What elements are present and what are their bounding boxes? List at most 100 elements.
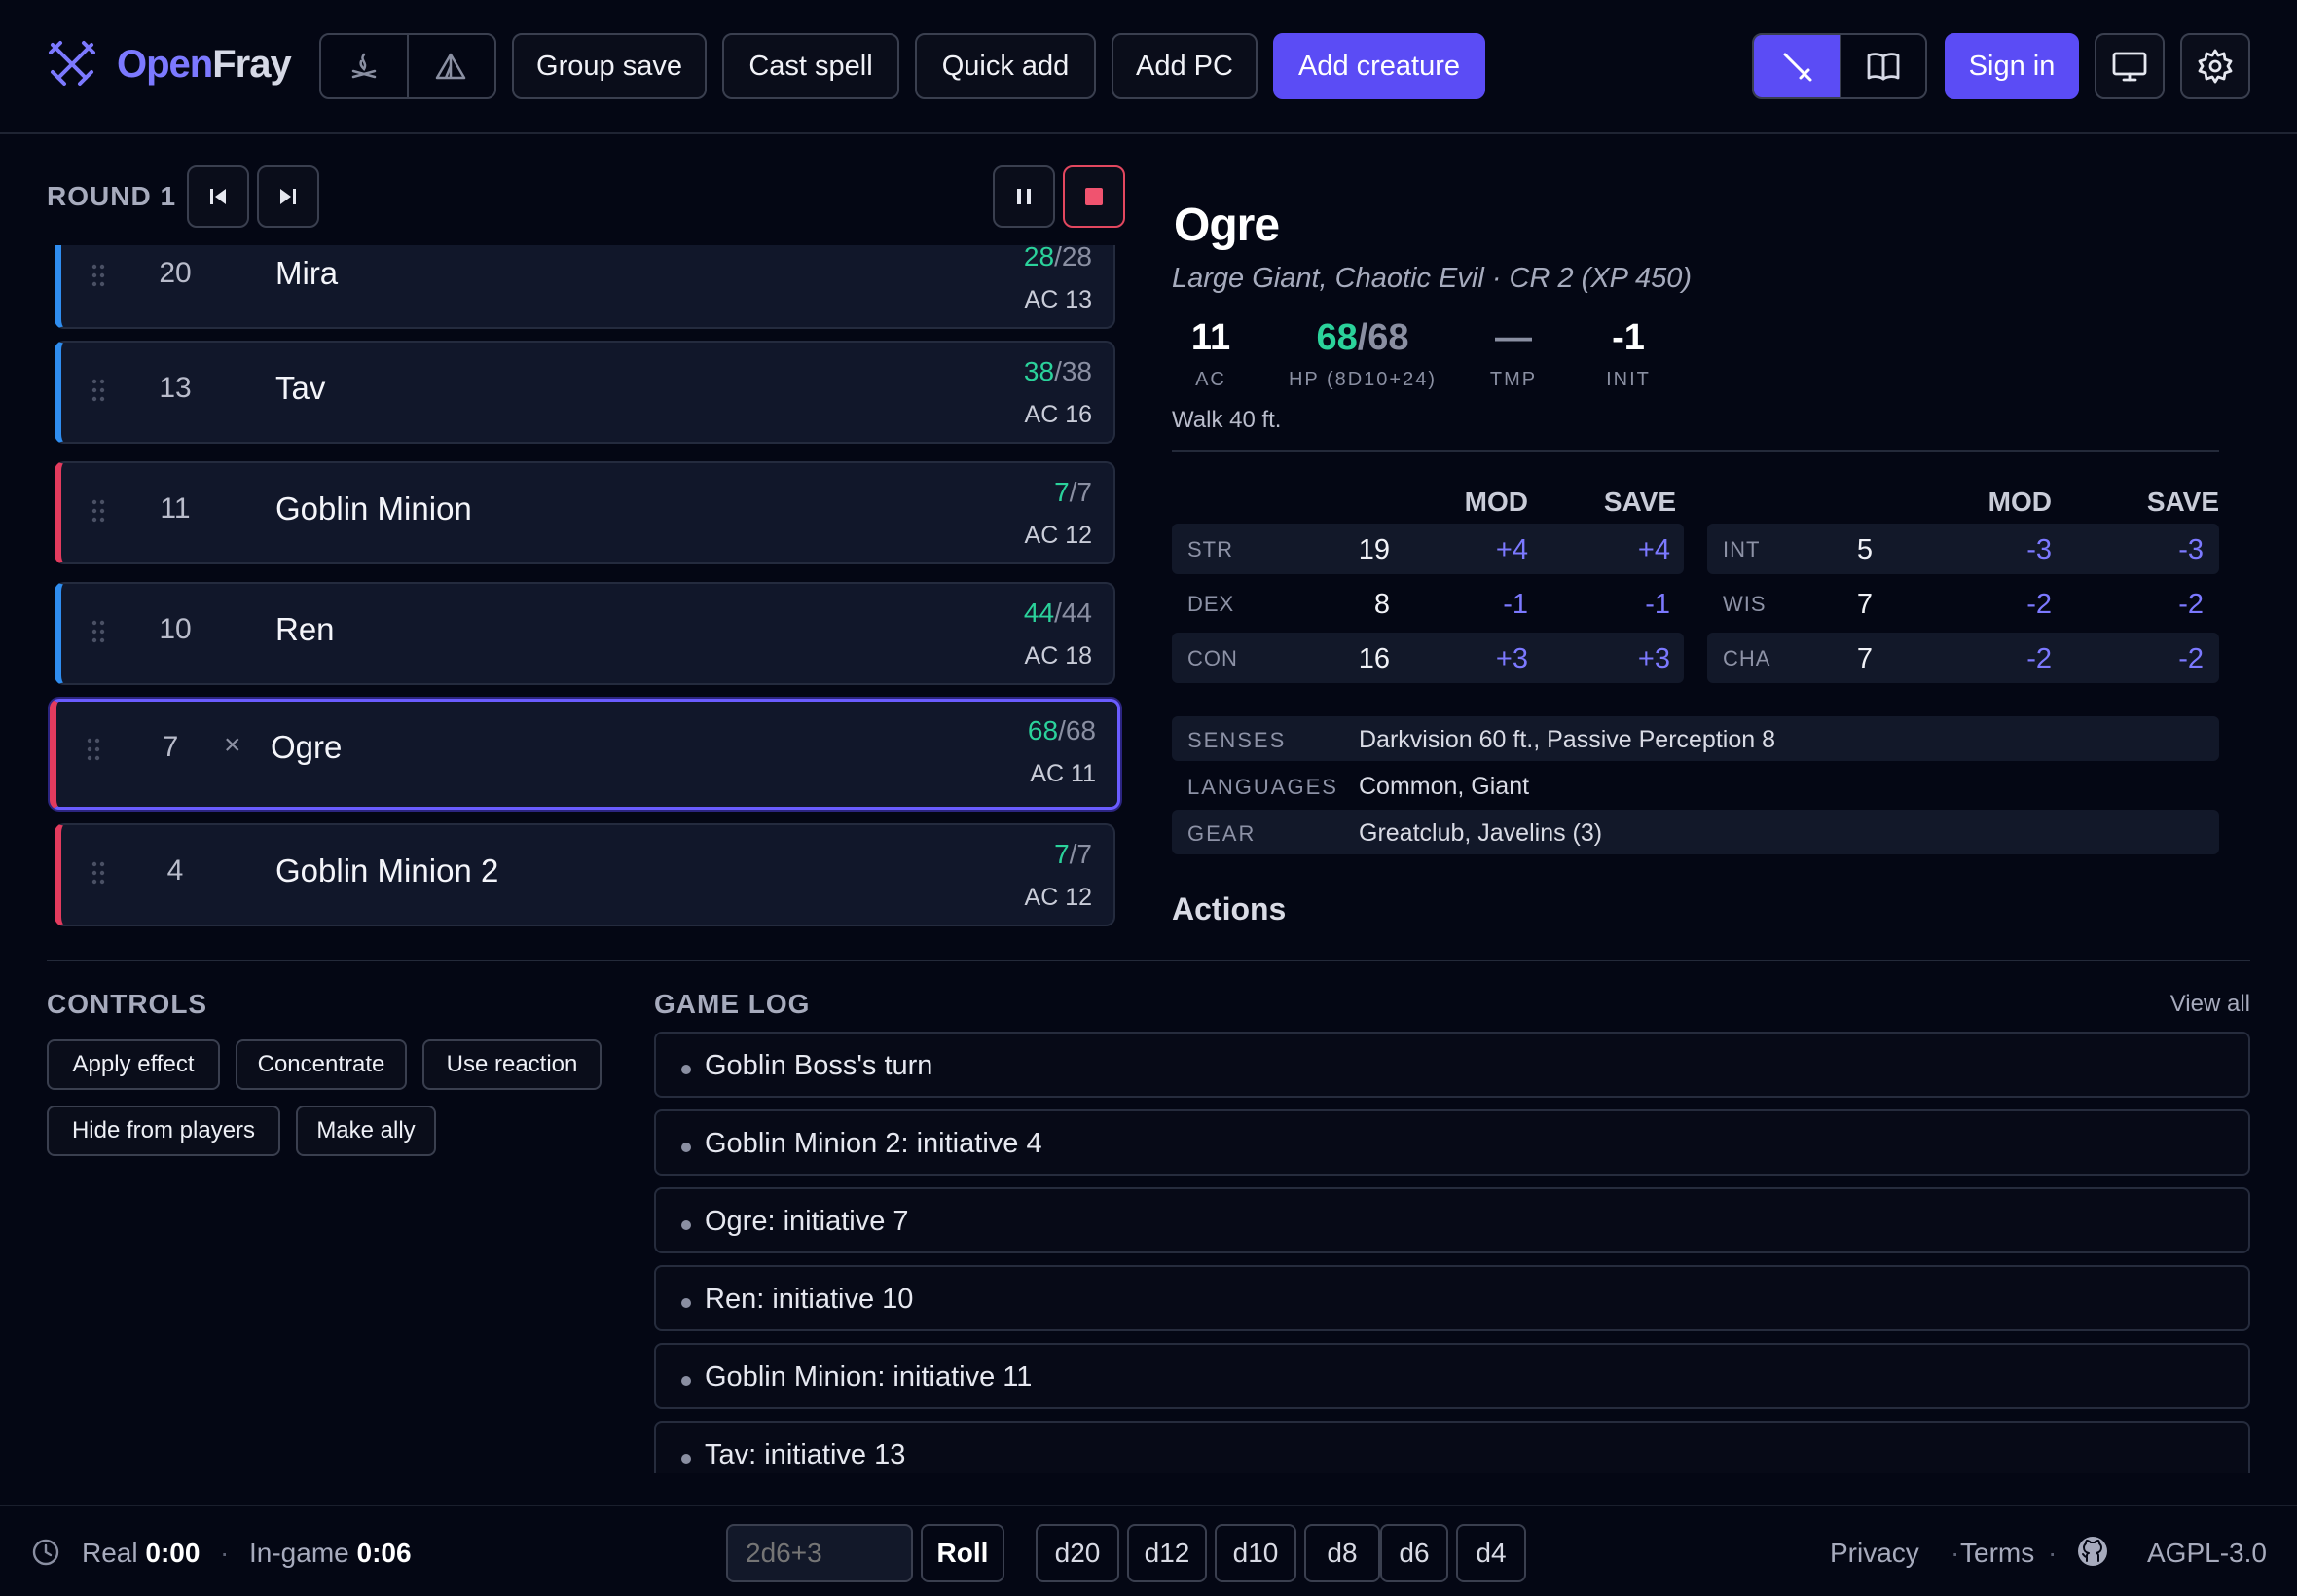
speed-text: Walk 40 ft. <box>1172 407 1282 433</box>
drag-handle-icon[interactable] <box>91 378 106 403</box>
reference-mode-button[interactable] <box>1840 35 1925 97</box>
mod-header: MOD <box>1464 487 1528 517</box>
drag-handle-icon[interactable] <box>91 619 106 644</box>
log-entry: Goblin Minion 2: initiative 4 <box>654 1109 2250 1176</box>
app-name: OpenFray <box>117 42 292 86</box>
ability-row-str[interactable]: STR 19 +4 +4 <box>1172 524 1684 574</box>
d10-button[interactable]: d10 <box>1215 1524 1296 1582</box>
license-link[interactable]: AGPL-3.0 <box>2147 1538 2267 1569</box>
divider <box>1172 450 2219 452</box>
roll-button[interactable]: Roll <box>921 1524 1004 1582</box>
add-pc-button[interactable]: Add PC <box>1112 33 1258 99</box>
next-turn-button[interactable] <box>257 165 319 228</box>
initiative-value[interactable]: 11 <box>131 492 219 526</box>
hp-display[interactable]: 7/7 <box>1054 477 1092 508</box>
crossed-swords-logo-icon <box>47 39 97 90</box>
pause-icon <box>1012 185 1036 208</box>
stop-combat-button[interactable] <box>1063 165 1125 228</box>
ability-row-con[interactable]: CON 16 +3 +3 <box>1172 633 1684 683</box>
initiative-value[interactable]: 4 <box>131 854 219 888</box>
drag-handle-icon[interactable] <box>86 737 101 762</box>
sign-in-button[interactable]: Sign in <box>1945 33 2079 99</box>
d8-button[interactable]: d8 <box>1304 1524 1380 1582</box>
combatant-row[interactable]: 4 Goblin Minion 2 7/7 AC 12 <box>55 823 1115 926</box>
apply-effect-button[interactable]: Apply effect <box>47 1039 220 1090</box>
player-view-button[interactable] <box>2095 33 2165 99</box>
game-log-title: GAME LOG <box>654 989 811 1019</box>
log-entry: Goblin Minion: initiative 11 <box>654 1343 2250 1409</box>
use-reaction-button[interactable]: Use reaction <box>422 1039 602 1090</box>
hp-display[interactable]: 44/44 <box>1024 598 1092 629</box>
ac-display: AC 11 <box>1030 760 1096 787</box>
combatant-row[interactable]: 10 Ren 44/44 AC 18 <box>55 582 1115 685</box>
section-divider <box>47 960 2250 961</box>
combatant-row[interactable]: 20 Mira 28/28 AC 13 <box>55 245 1115 329</box>
view-all-link[interactable]: View all <box>2170 991 2250 1018</box>
drag-handle-icon[interactable] <box>91 498 106 524</box>
game-log-list: Goblin Boss's turn Goblin Minion 2: init… <box>654 1030 2250 1473</box>
cast-spell-button[interactable]: Cast spell <box>722 33 899 99</box>
ability-row-wis[interactable]: WIS 7 -2 -2 <box>1707 578 2219 629</box>
quick-add-button[interactable]: Quick add <box>915 33 1096 99</box>
add-creature-button[interactable]: Add creature <box>1273 33 1485 99</box>
temp-hp-stat[interactable]: — TMP <box>1470 317 1557 391</box>
combatant-row[interactable]: 11 Goblin Minion 7/7 AC 12 <box>55 461 1115 564</box>
initiative-value[interactable]: 13 <box>131 372 219 405</box>
combatant-name: Ogre <box>271 729 343 765</box>
real-time: Real 0:00 <box>82 1538 201 1568</box>
initiative-value[interactable]: 10 <box>131 613 219 646</box>
campfire-button[interactable] <box>321 35 407 97</box>
separator: · <box>220 1538 230 1568</box>
dice-expression-input[interactable] <box>726 1524 913 1582</box>
initiative-list: 20 Mira 28/28 AC 13 13 Tav 38/38 AC 16 1… <box>47 245 1129 936</box>
ac-display: AC 13 <box>1024 286 1092 313</box>
mod-header: MOD <box>1987 487 2052 517</box>
drag-handle-icon[interactable] <box>91 263 106 288</box>
environment-toggle <box>319 33 496 99</box>
pause-button[interactable] <box>993 165 1055 228</box>
d4-button[interactable]: d4 <box>1456 1524 1526 1582</box>
ac-display: AC 16 <box>1024 401 1092 428</box>
privacy-link[interactable]: Privacy <box>1830 1538 1919 1569</box>
initiative-value[interactable]: 7 <box>127 731 214 764</box>
hp-display[interactable]: 7/7 <box>1054 839 1092 870</box>
hide-from-players-button[interactable]: Hide from players <box>47 1106 280 1156</box>
combatant-name: Tav <box>275 370 326 406</box>
combat-mode-button[interactable] <box>1754 35 1840 97</box>
settings-button[interactable] <box>2180 33 2250 99</box>
combatant-row[interactable]: 13 Tav 38/38 AC 16 <box>55 341 1115 444</box>
d12-button[interactable]: d12 <box>1127 1524 1207 1582</box>
initiative-stat: -1 INIT <box>1606 317 1651 390</box>
ac-display: AC 18 <box>1024 642 1092 670</box>
clock-icon <box>31 1538 60 1567</box>
terms-link[interactable]: Terms <box>1960 1538 2034 1569</box>
hp-display[interactable]: 68/68 <box>1028 715 1096 746</box>
app-logo[interactable]: OpenFray <box>47 39 292 90</box>
group-save-button[interactable]: Group save <box>512 33 707 99</box>
d6-button[interactable]: d6 <box>1380 1524 1448 1582</box>
monitor-icon <box>2111 49 2148 84</box>
make-ally-button[interactable]: Make ally <box>296 1106 436 1156</box>
remove-combatant-icon[interactable]: × <box>224 729 241 762</box>
ability-row-int[interactable]: INT 5 -3 -3 <box>1707 524 2219 574</box>
concentrate-button[interactable]: Concentrate <box>236 1039 407 1090</box>
languages-row: LANGUAGES Common, Giant <box>1187 773 1530 800</box>
ability-row-cha[interactable]: CHA 7 -2 -2 <box>1707 633 2219 683</box>
log-entry: Ren: initiative 10 <box>654 1265 2250 1331</box>
hp-display[interactable]: 38/38 <box>1024 356 1092 387</box>
ingame-time: In-game 0:06 <box>249 1538 412 1568</box>
footer: Real 0:00 · In-game 0:06 Roll d20 d12 d1… <box>0 1505 2297 1596</box>
d20-button[interactable]: d20 <box>1036 1524 1119 1582</box>
previous-turn-button[interactable] <box>187 165 249 228</box>
combatant-row-active[interactable]: 7 × Ogre 68/68 AC 11 <box>50 699 1120 810</box>
github-icon[interactable] <box>2077 1536 2108 1567</box>
mode-toggle <box>1752 33 1927 99</box>
hp-stat[interactable]: 68/68 HP (8D10+24) <box>1281 317 1444 391</box>
camp-button[interactable] <box>407 35 492 97</box>
hp-display[interactable]: 28/28 <box>1024 245 1092 272</box>
ability-row-dex[interactable]: DEX 8 -1 -1 <box>1172 578 1684 629</box>
ac-display: AC 12 <box>1024 884 1092 911</box>
combatant-name: Goblin Minion 2 <box>275 852 499 889</box>
drag-handle-icon[interactable] <box>91 860 106 886</box>
initiative-value[interactable]: 20 <box>131 257 219 290</box>
